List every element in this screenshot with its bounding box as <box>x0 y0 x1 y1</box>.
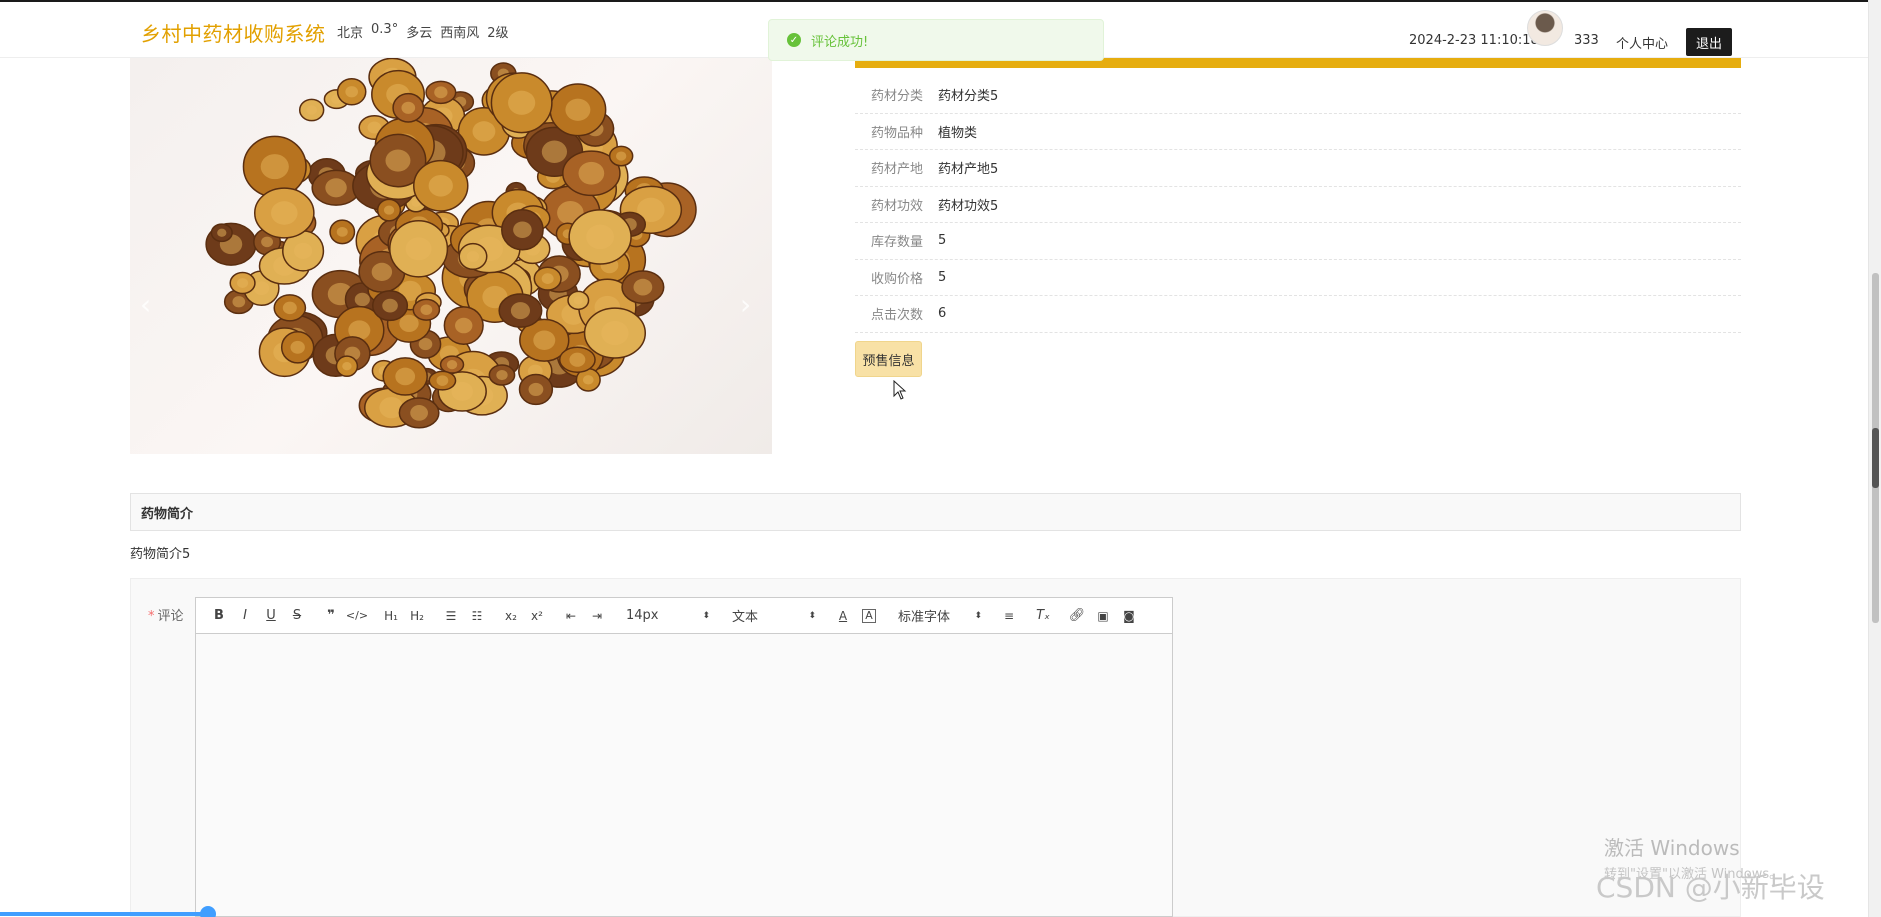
clear-format-icon[interactable]: Tₓ <box>1030 605 1056 627</box>
detail-value: 5 <box>938 233 947 249</box>
detail-value: 药材分类5 <box>938 89 999 105</box>
blockquote-icon[interactable]: ❞ <box>318 605 344 627</box>
align-icon[interactable]: ≡ <box>996 605 1022 627</box>
link-icon[interactable]: 🔗︎ <box>1064 605 1090 627</box>
required-mark: * <box>148 609 155 624</box>
select-arrow-icon: ⬍ <box>702 610 710 621</box>
detail-row: 药材功效 药材功效5 <box>855 187 1741 223</box>
weather-temp: 0.3° <box>371 22 399 37</box>
editor-toolbar: B I U S ❞ </> H₁ H₂ ☰ ☷ x₂ x² ⇤ ⇥ 14px ⬍ … <box>196 598 1172 634</box>
comment-label: * 评论 <box>148 605 184 624</box>
csdn-watermark: CSDN @小新毕设 <box>1596 871 1825 904</box>
italic-icon[interactable]: I <box>232 605 258 627</box>
mouse-cursor-icon <box>893 380 907 400</box>
detail-row: 点击次数 6 <box>855 296 1741 333</box>
page-scrollbar[interactable] <box>1868 0 1881 917</box>
image-icon[interactable]: ▣ <box>1090 605 1116 627</box>
detail-value: 植物类 <box>938 125 978 141</box>
carousel-next-icon[interactable]: › <box>740 288 751 321</box>
heading2-icon[interactable]: H₂ <box>404 605 430 627</box>
detail-label: 药材功效 <box>870 198 923 214</box>
username: 333 <box>1574 33 1599 48</box>
detail-table: 药材分类 药材分类5 药物品种 植物类 药材产地 药材产地5 药材功效 药材功效5 库存… <box>855 77 1741 333</box>
font-size-select[interactable]: 14px ⬍ <box>620 605 716 627</box>
video-progress-bar[interactable] <box>0 912 212 916</box>
strikethrough-icon[interactable]: S <box>284 605 310 627</box>
weather-city: 北京 <box>337 26 364 41</box>
comment-textarea[interactable] <box>196 634 1172 916</box>
scrollbar-indicator <box>1872 428 1879 488</box>
logout-button[interactable]: 退出 <box>1686 28 1732 56</box>
detail-label: 库存数量 <box>870 235 923 251</box>
code-icon[interactable]: </> <box>344 605 370 627</box>
detail-value: 6 <box>938 306 947 322</box>
detail-value: 5 <box>938 269 947 285</box>
font-family-value: 标准字体 <box>898 610 951 625</box>
ordered-list-icon[interactable]: ☰ <box>438 605 464 627</box>
weather-level: 2级 <box>487 26 509 41</box>
detail-value: 药材功效5 <box>938 198 999 214</box>
detail-label: 收购价格 <box>870 271 923 287</box>
carousel-prev-icon[interactable]: ‹ <box>140 288 151 321</box>
font-color-icon[interactable]: A <box>830 605 856 627</box>
font-size-value: 14px <box>626 608 659 623</box>
intro-body: 药物简介5 <box>130 547 191 562</box>
presale-info-button[interactable]: 预售信息 <box>855 341 922 377</box>
weather-sky: 多云 <box>406 26 433 41</box>
heading1-icon[interactable]: H₁ <box>378 605 404 627</box>
detail-row: 药物品种 植物类 <box>855 114 1741 150</box>
weather-wind: 西南风 <box>440 26 480 41</box>
success-toast: ✓ 评论成功! <box>768 19 1104 61</box>
herb-slices-image <box>205 58 697 429</box>
comment-editor: B I U S ❞ </> H₁ H₂ ☰ ☷ x₂ x² ⇤ ⇥ 14px ⬍ … <box>195 597 1173 917</box>
toast-message: 评论成功! <box>811 34 869 50</box>
detail-label: 药材分类 <box>870 89 923 105</box>
current-datetime: 2024-2-23 11:10:18 <box>1409 33 1539 48</box>
detail-row: 药材产地 药材产地5 <box>855 150 1741 187</box>
detail-row: 药材分类 药材分类5 <box>855 77 1741 114</box>
select-arrow-icon: ⬍ <box>974 610 982 621</box>
detail-label: 药材产地 <box>870 162 923 178</box>
detail-label: 药物品种 <box>870 125 923 141</box>
check-circle-icon: ✓ <box>787 33 801 47</box>
bullet-list-icon[interactable]: ☷ <box>464 605 490 627</box>
detail-row: 库存数量 5 <box>855 223 1741 260</box>
block-type-select[interactable]: 文本 ⬍ <box>726 605 822 627</box>
avatar[interactable] <box>1527 10 1563 46</box>
background-color-icon[interactable]: A <box>862 608 876 623</box>
site-brand[interactable]: 乡村中药材收购系统 <box>141 18 326 47</box>
video-icon[interactable]: ◙ <box>1116 605 1142 627</box>
detail-row: 收购价格 5 <box>855 260 1741 296</box>
bold-icon[interactable]: B <box>206 605 232 627</box>
indent-icon[interactable]: ⇥ <box>584 605 610 627</box>
detail-value: 药材产地5 <box>938 162 999 178</box>
intro-heading: 药物简介 <box>130 493 1741 531</box>
comment-label-text: 评论 <box>157 609 184 624</box>
underline-icon[interactable]: U <box>258 605 284 627</box>
select-arrow-icon: ⬍ <box>808 610 816 621</box>
personal-center-link[interactable]: 个人中心 <box>1616 33 1668 52</box>
product-image-carousel[interactable]: ‹ › <box>130 58 772 454</box>
superscript-icon[interactable]: x² <box>524 605 550 627</box>
video-progress-handle[interactable] <box>200 906 216 917</box>
outdent-icon[interactable]: ⇤ <box>558 605 584 627</box>
font-family-select[interactable]: 标准字体 ⬍ <box>892 605 988 627</box>
detail-label: 点击次数 <box>870 308 923 324</box>
subscript-icon[interactable]: x₂ <box>498 605 524 627</box>
block-type-value: 文本 <box>732 610 759 625</box>
windows-activation-title: 激活 Windows <box>1604 836 1740 860</box>
weather-info: 北京 0.3° 多云 西南风 2级 <box>337 22 509 41</box>
